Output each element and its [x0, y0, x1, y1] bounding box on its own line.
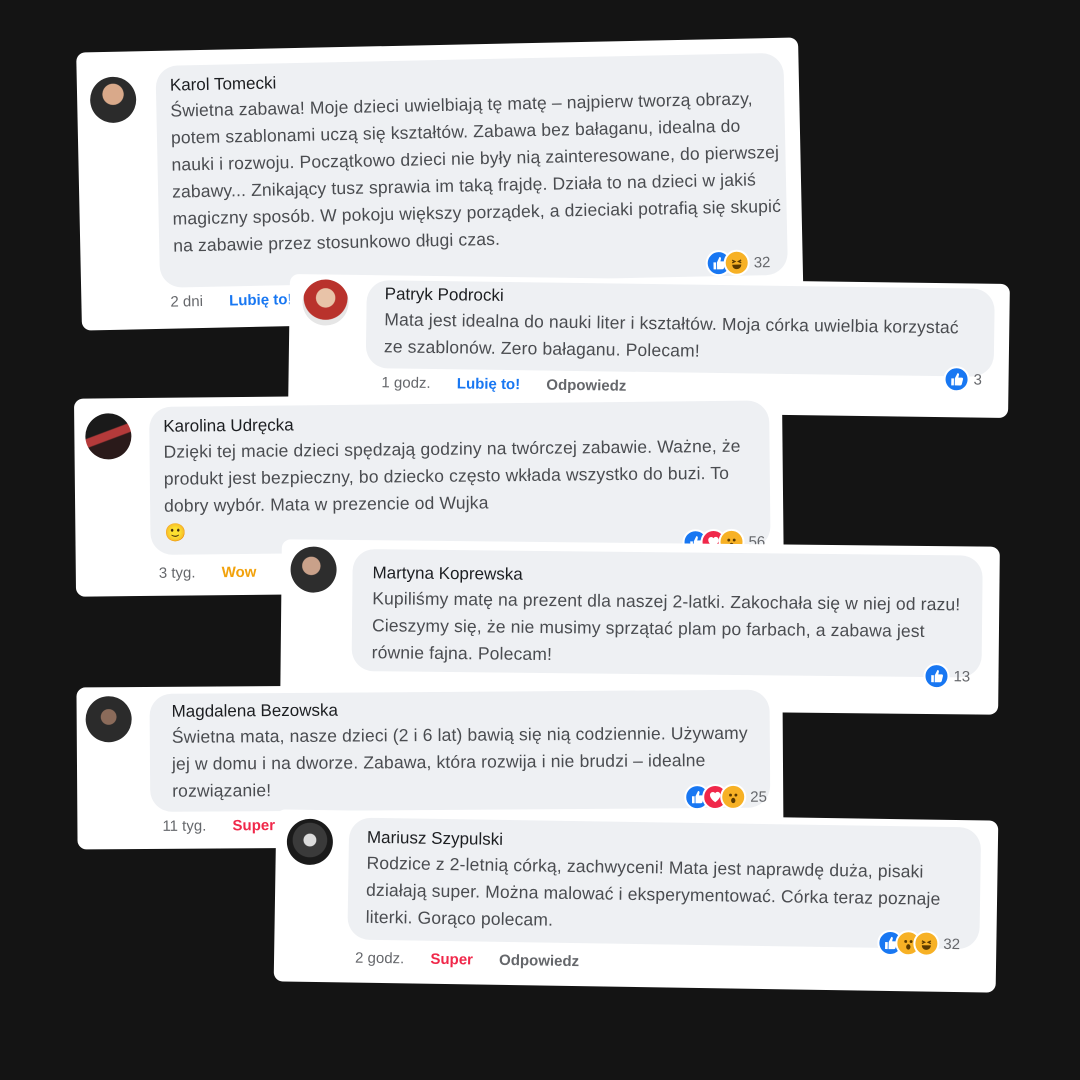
comment-actions: 1 godz. Lubię to! Odpowiedz — [381, 374, 648, 395]
reply-button[interactable]: Odpowiedz — [499, 952, 579, 970]
reactions[interactable]: 32 — [705, 249, 771, 277]
reaction-count: 32 — [753, 253, 771, 271]
comment-time[interactable]: 3 tyg. — [159, 564, 196, 581]
comment-time[interactable]: 11 tyg. — [162, 818, 206, 835]
avatar[interactable] — [290, 546, 337, 593]
haha-reaction-icon — [723, 249, 750, 277]
like-button[interactable]: Lubię to! — [457, 375, 521, 393]
reactions[interactable]: 32 — [877, 929, 961, 957]
comment-author[interactable]: Magdalena Bezowska — [172, 701, 338, 722]
reactions[interactable]: 13 — [923, 662, 971, 690]
wow-reaction-icon — [720, 783, 747, 810]
comment-time[interactable]: 1 godz. — [381, 374, 430, 392]
comment-author[interactable]: Mariusz Szypulski — [367, 828, 503, 850]
comment-body: Dzięki tej macie dzieci spędzają godziny… — [163, 435, 741, 516]
haha-reaction-icon — [913, 930, 940, 957]
reaction-count: 3 — [973, 371, 983, 389]
comment-author[interactable]: Karolina Udręcka — [163, 415, 294, 436]
reaction-count: 13 — [953, 667, 971, 685]
comment-actions: 11 tyg. Super — [162, 817, 297, 835]
comment-text: Świetna mata, nasze dzieci (2 i 6 lat) b… — [171, 722, 748, 801]
reply-button[interactable]: Odpowiedz — [546, 377, 626, 395]
comment-card: Patryk Podrocki Mata jest idealna do nau… — [291, 277, 1007, 415]
reaction-count: 32 — [943, 935, 961, 953]
avatar[interactable] — [85, 696, 132, 743]
avatar[interactable] — [89, 76, 137, 124]
like-button[interactable]: Lubię to! — [229, 291, 293, 309]
comment-actions: 3 tyg. Wow — [159, 564, 279, 582]
comment-author[interactable]: Karol Tomecki — [170, 73, 277, 95]
like-reaction-icon — [923, 662, 950, 690]
reaction-count: 25 — [750, 788, 767, 806]
comment-actions: 2 godz. Super Odpowiedz — [355, 950, 601, 971]
comment-time[interactable]: 2 godz. — [355, 950, 404, 968]
wow-button[interactable]: Wow — [222, 564, 257, 581]
avatar[interactable] — [85, 413, 132, 460]
comment-author[interactable]: Martyna Koprewska — [372, 563, 522, 585]
like-reaction-icon — [943, 366, 970, 393]
super-button[interactable]: Super — [232, 817, 275, 834]
comment-time[interactable]: 2 dni — [170, 293, 203, 311]
comment-text: Rodzice z 2-letnią córką, zachwyceni! Ma… — [365, 852, 941, 930]
reactions[interactable]: 3 — [943, 366, 982, 393]
comment-text: Świetna zabawa! Moje dzieci uwielbiają t… — [170, 88, 782, 256]
comment-text: Kupiliśmy matę na prezent dla naszej 2-l… — [371, 588, 961, 665]
comment-text: Mata jest idealna do nauki liter i kszta… — [383, 309, 959, 361]
comment-text: Dzięki tej macie dzieci spędzają godziny… — [163, 432, 764, 546]
reactions[interactable]: 25 — [684, 783, 767, 811]
super-button[interactable]: Super — [430, 951, 473, 969]
avatar[interactable] — [286, 818, 334, 866]
comment-card: Mariusz Szypulski Rodzice z 2-letnią cór… — [276, 812, 996, 990]
comment-author[interactable]: Patryk Podrocki — [385, 284, 504, 306]
avatar[interactable] — [302, 279, 349, 326]
smile-emoji: 🙂 — [164, 522, 187, 543]
